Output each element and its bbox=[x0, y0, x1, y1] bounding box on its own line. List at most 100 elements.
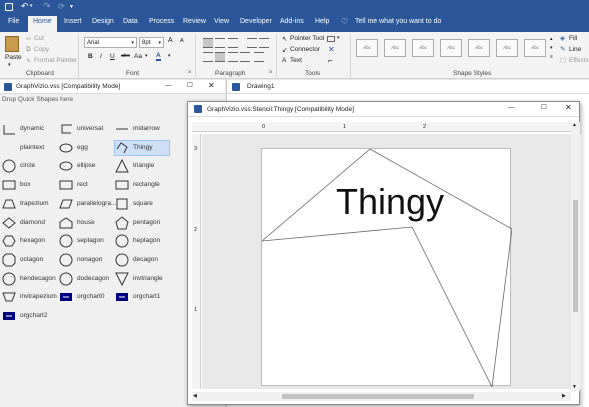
bold-button[interactable]: B bbox=[88, 53, 93, 60]
minimize-icon[interactable]: — bbox=[165, 82, 172, 89]
tab-add-ins[interactable]: Add-ins bbox=[280, 18, 304, 25]
minimize-icon[interactable]: — bbox=[508, 104, 515, 111]
stencil-shape-octagon[interactable]: octagon bbox=[2, 253, 56, 267]
scroll-down-icon[interactable]: ▼ bbox=[572, 384, 577, 390]
stencil-shape-midarrow[interactable]: midarrow bbox=[115, 122, 169, 136]
stencil-shape-decagon[interactable]: decagon bbox=[115, 253, 169, 267]
chevron-down-icon[interactable]: ▾ bbox=[168, 53, 171, 59]
italic-button[interactable]: I bbox=[100, 53, 102, 60]
save-icon[interactable] bbox=[5, 3, 13, 11]
stencil-shape-triangle[interactable]: triangle bbox=[115, 159, 169, 173]
stencil-shape-box[interactable]: box bbox=[2, 178, 56, 192]
stencil-shape-ellipse[interactable]: ellipse bbox=[59, 159, 113, 173]
underline-button[interactable]: U bbox=[110, 53, 115, 60]
undo-icon[interactable]: ↶ bbox=[21, 1, 29, 12]
tab-file[interactable]: File bbox=[8, 18, 19, 25]
paste-dropdown-icon[interactable]: ▾ bbox=[8, 62, 11, 68]
tab-insert[interactable]: Insert bbox=[64, 18, 82, 25]
stencil-shape-dynamic[interactable]: dynamic bbox=[2, 122, 56, 136]
customize-qat-icon[interactable]: ▾ bbox=[70, 3, 73, 10]
scroll-right-icon[interactable]: ▶ bbox=[562, 393, 566, 399]
stencil-shape-pentagon[interactable]: pentagon bbox=[115, 215, 169, 230]
align-center-icon[interactable] bbox=[215, 52, 225, 62]
align-top-icon[interactable] bbox=[203, 38, 213, 48]
stencil-shape-orgchart1[interactable]: orgchart1 bbox=[115, 290, 169, 304]
connector-button[interactable]: Connector bbox=[290, 46, 320, 53]
text-tool-button[interactable]: Text bbox=[290, 57, 302, 64]
align-right-icon[interactable] bbox=[228, 52, 238, 62]
undo-dropdown-icon[interactable]: ▾ bbox=[30, 3, 33, 9]
shape-style-thumb[interactable]: Abc bbox=[496, 39, 518, 57]
stencil-shape-square[interactable]: square bbox=[115, 197, 169, 211]
gallery-up-icon[interactable]: ▴ bbox=[550, 36, 553, 42]
stencil-shape-thingy[interactable]: Thingy bbox=[114, 139, 170, 156]
chevron-down-icon[interactable]: ▾ bbox=[145, 53, 148, 59]
stencil-shape-hendecagon[interactable]: hendecagon bbox=[2, 272, 56, 286]
horizontal-scroll-thumb[interactable] bbox=[282, 394, 474, 399]
stencil-shape-house[interactable]: house bbox=[59, 216, 113, 230]
stencil-shape-orgchart0[interactable]: orgchart0 bbox=[59, 290, 113, 304]
stencil-shape-trapezium[interactable]: trapezium bbox=[2, 197, 56, 211]
shape-style-thumb[interactable]: Abc bbox=[384, 39, 406, 57]
stencil-shape-plaintext[interactable]: plaintext bbox=[2, 141, 56, 155]
line-button[interactable]: Line bbox=[569, 46, 581, 53]
tab-design[interactable]: Design bbox=[92, 18, 114, 25]
scroll-left-icon[interactable]: ◀ bbox=[193, 393, 197, 399]
tab-developer[interactable]: Developer bbox=[240, 18, 272, 25]
vertical-scroll-thumb[interactable] bbox=[573, 200, 578, 312]
justify-icon[interactable] bbox=[240, 52, 250, 62]
stencil-shape-heptagon[interactable]: heptagon bbox=[115, 234, 169, 248]
tab-view[interactable]: View bbox=[214, 18, 229, 25]
outdent-icon[interactable] bbox=[259, 38, 269, 48]
align-left-icon[interactable] bbox=[203, 52, 213, 62]
shrink-font-button[interactable]: A bbox=[180, 38, 184, 44]
shape-text[interactable]: Thingy bbox=[336, 181, 444, 223]
shape-style-thumb[interactable]: Abc bbox=[468, 39, 490, 57]
stencil-shape-parallelogra[interactable]: parallelogra... bbox=[59, 197, 116, 211]
align-bottom-icon[interactable] bbox=[228, 38, 238, 48]
stencil-shape-septagon[interactable]: septagon bbox=[59, 234, 113, 248]
dialog-launcher-icon[interactable]: ⇲ bbox=[187, 69, 191, 75]
shape-style-thumb[interactable]: Abc bbox=[440, 39, 462, 57]
shape-style-thumb[interactable]: Abc bbox=[356, 39, 378, 57]
stencil-shape-invtrapezium[interactable]: invtrapezium bbox=[2, 290, 57, 304]
crop-tool-icon[interactable]: ⌐ bbox=[328, 56, 333, 65]
tell-me-search[interactable]: Tell me what you want to do bbox=[355, 18, 441, 25]
maximize-icon[interactable]: ☐ bbox=[187, 81, 193, 89]
gallery-more-icon[interactable]: ≡ bbox=[550, 54, 553, 60]
stencil-shape-nonagon[interactable]: nonagon bbox=[59, 253, 113, 267]
stencil-shape-egg[interactable]: egg bbox=[59, 141, 113, 155]
connection-point-icon[interactable]: ✕ bbox=[328, 45, 335, 54]
tab-home[interactable]: Home bbox=[28, 16, 57, 32]
font-color-button[interactable]: A bbox=[156, 52, 161, 61]
horizontal-scrollbar[interactable]: ◀ ▶ bbox=[192, 392, 571, 401]
maximize-icon[interactable]: ☐ bbox=[541, 103, 547, 111]
stencil-shape-dodecagon[interactable]: dodecagon bbox=[59, 272, 113, 286]
tab-process[interactable]: Process bbox=[149, 18, 174, 25]
shape-style-thumb[interactable]: Abc bbox=[412, 39, 434, 57]
scroll-up-icon[interactable]: ▲ bbox=[572, 122, 577, 128]
gallery-down-icon[interactable]: ▾ bbox=[550, 45, 553, 51]
stencil-shape-universal[interactable]: universal bbox=[59, 122, 113, 136]
stencil-shape-circle[interactable]: circle bbox=[2, 159, 56, 173]
tab-data[interactable]: Data bbox=[123, 18, 138, 25]
pointer-tool-button[interactable]: Pointer Tool bbox=[290, 35, 324, 42]
close-icon[interactable]: ✕ bbox=[565, 103, 572, 112]
grow-font-button[interactable]: A bbox=[168, 37, 173, 44]
stencil-shape-hexagon[interactable]: hexagon bbox=[2, 234, 56, 248]
stencil-shape-rectangle[interactable]: rectangle bbox=[115, 178, 169, 192]
vertical-scrollbar[interactable]: ▲ ▼ bbox=[571, 122, 580, 391]
paste-button[interactable]: Paste bbox=[5, 54, 22, 61]
strikethrough-button[interactable]: abc bbox=[121, 53, 130, 59]
indent-icon[interactable] bbox=[247, 38, 257, 48]
stencil-shape-diamond[interactable]: diamond bbox=[2, 216, 56, 230]
drawing-page[interactable]: Thingy bbox=[261, 148, 513, 389]
paste-icon[interactable] bbox=[5, 36, 19, 52]
dialog-launcher-icon[interactable]: ⇲ bbox=[268, 69, 272, 75]
close-icon[interactable]: ✕ bbox=[208, 81, 215, 90]
rectangle-tool-icon[interactable] bbox=[327, 36, 335, 42]
tab-review[interactable]: Review bbox=[183, 18, 206, 25]
change-case-button[interactable]: Aa bbox=[134, 53, 142, 60]
tab-help[interactable]: Help bbox=[315, 18, 329, 25]
stencil-shape-rect[interactable]: rect bbox=[59, 178, 113, 192]
